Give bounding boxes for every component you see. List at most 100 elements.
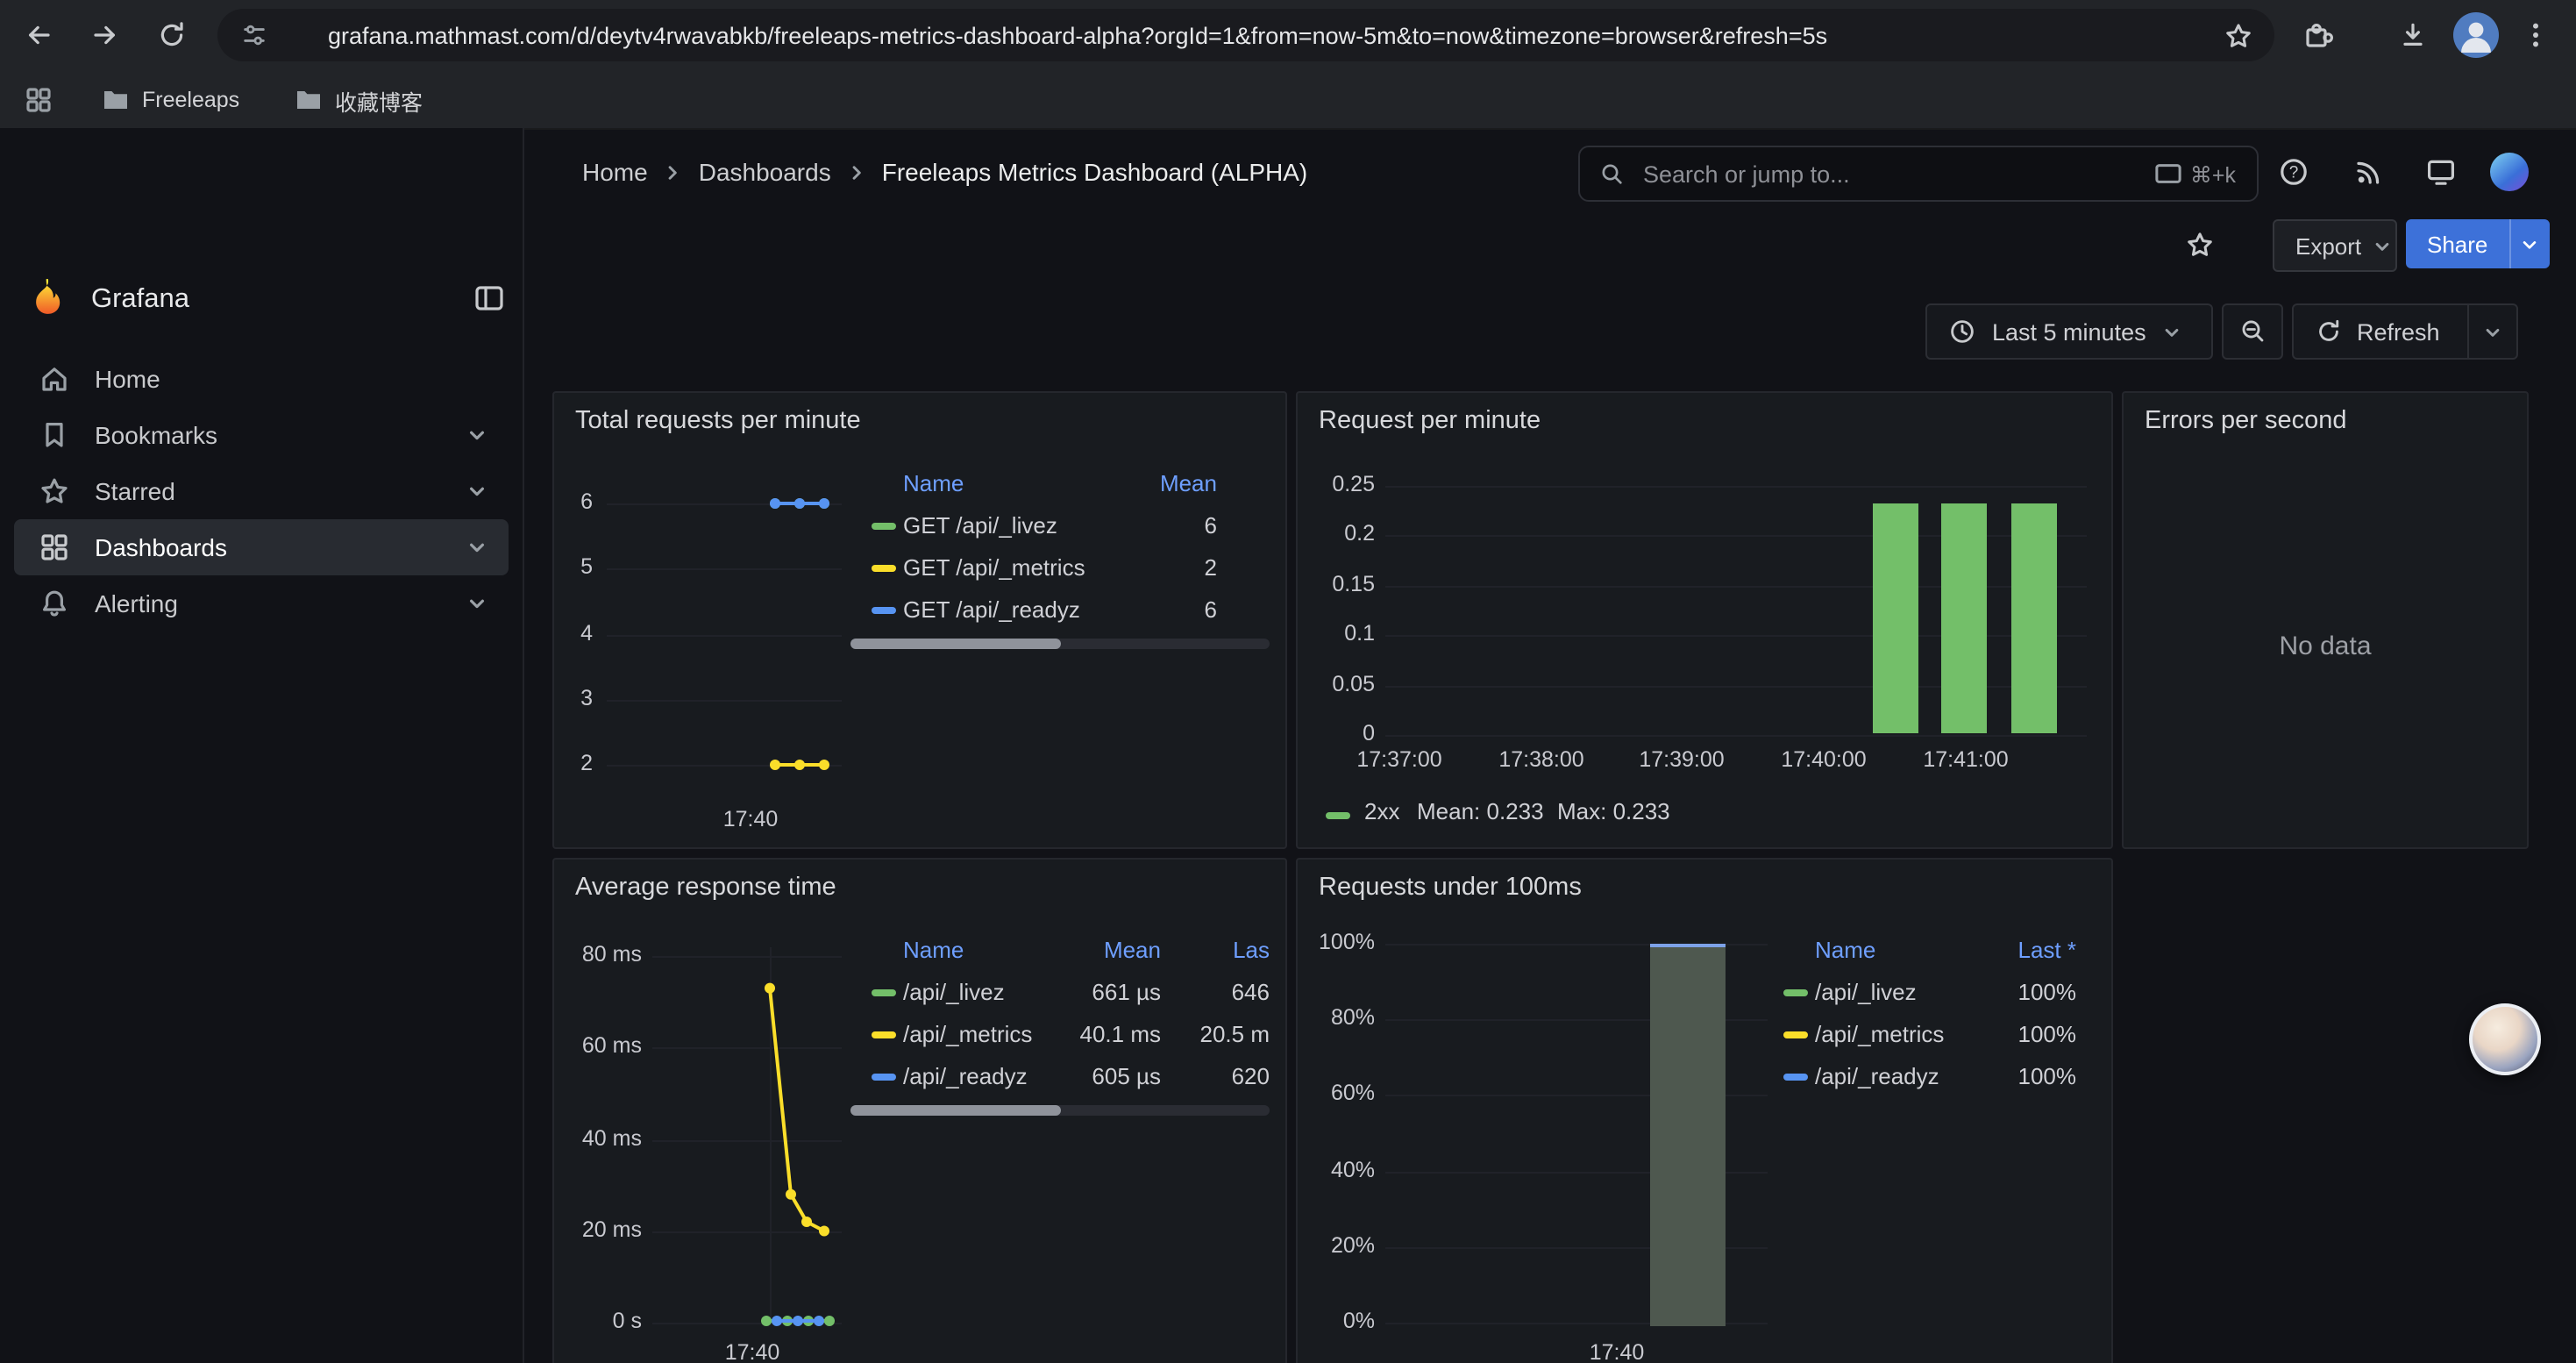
sidebar-toggle[interactable] [473, 282, 505, 314]
legend-header-row: NameMeanLas [850, 930, 1270, 972]
sidebar-item-label: Home [95, 365, 160, 393]
clock-icon [1948, 318, 1976, 346]
downloads-button[interactable] [2388, 11, 2437, 60]
series-color-swatch [1783, 989, 1808, 996]
reload-button[interactable] [147, 11, 196, 60]
favorite-dashboard-button[interactable] [2174, 219, 2224, 268]
export-button[interactable]: Export [2273, 219, 2397, 272]
chevron-down-icon[interactable] [466, 425, 487, 446]
browser-window: grafana.mathmast.com/d/deytv4rwavabkb/fr… [0, 0, 2576, 1363]
panel-title[interactable]: Requests under 100ms [1319, 874, 1582, 902]
x-axis-tick-label: 17:40 [1564, 1340, 1669, 1363]
legend-series-name[interactable]: 2xx [1364, 798, 1399, 824]
share-menu-button[interactable] [2508, 219, 2549, 268]
legend-row: /api/_metrics100% [1776, 1014, 2081, 1056]
legend-row: /api/_livez661 µs646 [850, 972, 1270, 1014]
zoom-out-icon [2238, 318, 2266, 346]
url-bar[interactable]: grafana.mathmast.com/d/deytv4rwavabkb/fr… [217, 9, 2274, 61]
legend-value: 100% [1971, 1021, 2076, 1047]
bookmark-item-blogs[interactable]: 收藏博客 [284, 79, 433, 121]
extensions-button[interactable] [2294, 11, 2343, 60]
no-data-message: No data [2124, 632, 2527, 661]
forward-button[interactable] [81, 11, 130, 60]
panel-title[interactable]: Request per minute [1319, 407, 1541, 435]
legend-column-header[interactable]: Las [1185, 937, 1270, 963]
legend-scrollbar[interactable] [850, 1105, 1270, 1116]
sidebar-item-bookmarks[interactable]: Bookmarks [14, 407, 509, 463]
back-button[interactable] [14, 11, 63, 60]
sidebar-item-home[interactable]: Home [14, 351, 509, 407]
search-input[interactable]: Search or jump to... ⌘+k [1578, 146, 2259, 202]
chat-widget-avatar[interactable] [2469, 1003, 2541, 1075]
kiosk-mode-button[interactable] [2416, 147, 2466, 196]
svg-text:?: ? [2289, 164, 2299, 182]
legend-column-header[interactable]: Last * [1971, 937, 2076, 963]
zoom-out-button[interactable] [2222, 303, 2283, 360]
legend-column-header[interactable]: Mean [1059, 937, 1161, 963]
puzzle-icon [2302, 19, 2334, 51]
news-button[interactable] [2345, 147, 2394, 196]
y-axis-tick-label: 0.15 [1298, 572, 1375, 596]
sidebar-item-starred[interactable]: Starred [14, 463, 509, 519]
legend-value: 620 [1185, 1063, 1270, 1089]
search-icon [1599, 161, 1626, 187]
legend-value: 100% [1971, 979, 2076, 1005]
panel-errors-per-second: Errors per second No data [2122, 391, 2529, 849]
chevron-down-icon[interactable] [466, 481, 487, 502]
profile-button[interactable] [2453, 12, 2499, 58]
legend-row: /api/_readyz100% [1776, 1056, 2081, 1098]
bookmark-item-freeleaps[interactable]: Freeleaps [91, 79, 250, 121]
legend-value: 40.1 ms [1059, 1021, 1161, 1047]
legend-value: 2 [1112, 554, 1217, 581]
star-icon [2184, 229, 2214, 259]
series-color-swatch [872, 565, 896, 572]
chevron-right-icon [664, 162, 683, 182]
star-icon [39, 475, 70, 507]
share-label[interactable]: Share [2406, 219, 2508, 268]
x-axis-tick-label: 17:39:00 [1612, 747, 1752, 772]
profile-avatar-icon [2453, 12, 2499, 58]
user-avatar[interactable] [2490, 153, 2529, 191]
refresh-interval-button[interactable] [2467, 305, 2516, 358]
bookmark-label: Freeleaps [142, 88, 239, 112]
series-color-swatch [872, 989, 896, 996]
legend-scrollbar[interactable] [850, 639, 1270, 649]
legend-value: 6 [1112, 596, 1217, 623]
refresh-button[interactable]: Refresh [2292, 303, 2518, 360]
legend-scrollbar-thumb[interactable] [850, 639, 1061, 649]
apps-grid-button[interactable] [14, 75, 63, 125]
legend-header-row: NameMean [850, 463, 1270, 505]
reload-icon [156, 19, 188, 51]
grafana-logo[interactable] [26, 277, 68, 319]
panel-title[interactable]: Errors per second [2145, 407, 2347, 435]
x-axis-tick-label: 17:38:00 [1471, 747, 1612, 772]
search-placeholder: Search or jump to... [1643, 161, 2155, 187]
chart-total-requests: 6543217:40NameMeanGET /api/_livez6GET /a… [554, 393, 1285, 847]
legend-scrollbar-thumb[interactable] [850, 1105, 1061, 1116]
help-button[interactable]: ? [2269, 147, 2318, 196]
panel-title[interactable]: Total requests per minute [575, 407, 861, 435]
chevron-down-icon[interactable] [466, 537, 487, 558]
y-axis-tick-label: 80% [1298, 1005, 1375, 1030]
brand-name[interactable]: Grafana [91, 284, 189, 316]
browser-toolbar: grafana.mathmast.com/d/deytv4rwavabkb/fr… [0, 0, 2576, 72]
time-range-picker[interactable]: Last 5 minutes [1925, 303, 2213, 360]
panel-total-requests: 6543217:40NameMeanGET /api/_livez6GET /a… [552, 391, 1287, 849]
legend-table: NameMeanGET /api/_livez6GET /api/_metric… [850, 463, 1270, 632]
bookmark-star-icon[interactable] [2224, 20, 2253, 50]
chart-requests-under-100ms: 100%80%60%40%20%0%17:40NameLast */api/_l… [1298, 860, 2111, 1363]
panel-title[interactable]: Average response time [575, 874, 836, 902]
breadcrumb-dashboards[interactable]: Dashboards [699, 158, 831, 186]
chevron-down-icon[interactable] [466, 593, 487, 614]
sidebar-item-label: Starred [95, 477, 175, 505]
sidebar-item-alerting[interactable]: Alerting [14, 575, 509, 632]
site-settings-icon[interactable] [240, 21, 268, 49]
share-button[interactable]: Share [2406, 219, 2549, 268]
legend-value: 100% [1971, 1063, 2076, 1089]
breadcrumb-home[interactable]: Home [582, 158, 648, 186]
browser-menu-button[interactable] [2511, 11, 2560, 60]
sidebar-item-dashboards[interactable]: Dashboards [14, 519, 509, 575]
url-text[interactable]: grafana.mathmast.com/d/deytv4rwavabkb/fr… [328, 22, 2224, 48]
legend-column-header[interactable]: Mean [1112, 470, 1217, 496]
y-axis-tick-label: 0.05 [1298, 671, 1375, 696]
